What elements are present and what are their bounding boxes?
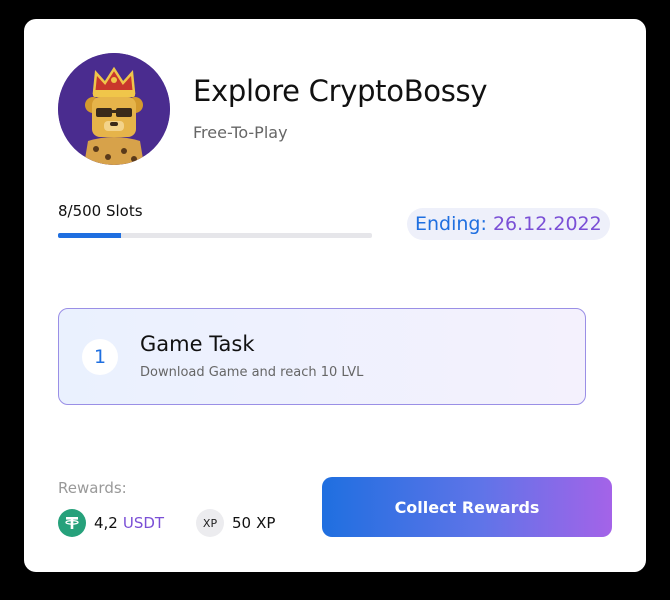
ending-label: Ending:	[415, 213, 487, 235]
reward-amount: 4,2	[94, 514, 118, 532]
ending-badge: Ending: 26.12.2022	[407, 208, 610, 240]
crowned-bear-icon	[58, 53, 170, 165]
task-description: Download Game and reach 10 LVL	[140, 365, 364, 380]
reward-unit: XP	[256, 514, 276, 532]
quest-card: Explore CryptoBossy Free-To-Play 8/500 S…	[24, 19, 646, 572]
xp-icon: XP	[196, 509, 224, 537]
task-number-badge: 1	[82, 339, 118, 375]
slots-count: 8/500 Slots	[58, 202, 143, 220]
tether-icon	[58, 509, 86, 537]
task-title: Game Task	[140, 332, 255, 356]
game-avatar	[58, 53, 170, 165]
reward-amount: 50	[232, 514, 252, 532]
game-title: Explore CryptoBossy	[193, 74, 488, 108]
game-subtitle: Free-To-Play	[193, 123, 288, 142]
ending-date: 26.12.2022	[492, 213, 602, 235]
task-card[interactable]: 1 Game Task Download Game and reach 10 L…	[58, 308, 586, 405]
reward-unit: USDT	[122, 514, 165, 532]
reward-usdt: 4,2 USDT	[58, 509, 164, 537]
reward-xp: XP 50 XP	[196, 509, 275, 537]
rewards-label: Rewards:	[58, 479, 127, 497]
slots-progress-fill	[58, 233, 121, 238]
collect-rewards-button[interactable]: Collect Rewards	[322, 477, 612, 537]
slots-progress-bar	[58, 233, 372, 238]
